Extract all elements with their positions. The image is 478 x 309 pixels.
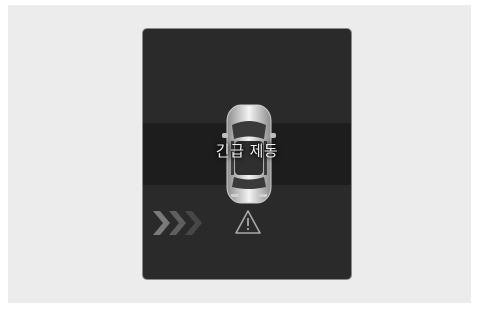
- emergency-braking-label: 긴급 제동: [215, 142, 279, 160]
- warning-triangle-icon: [235, 210, 261, 234]
- approach-arrows-icon: [153, 211, 202, 235]
- cluster-display: 긴급 제동: [142, 28, 352, 280]
